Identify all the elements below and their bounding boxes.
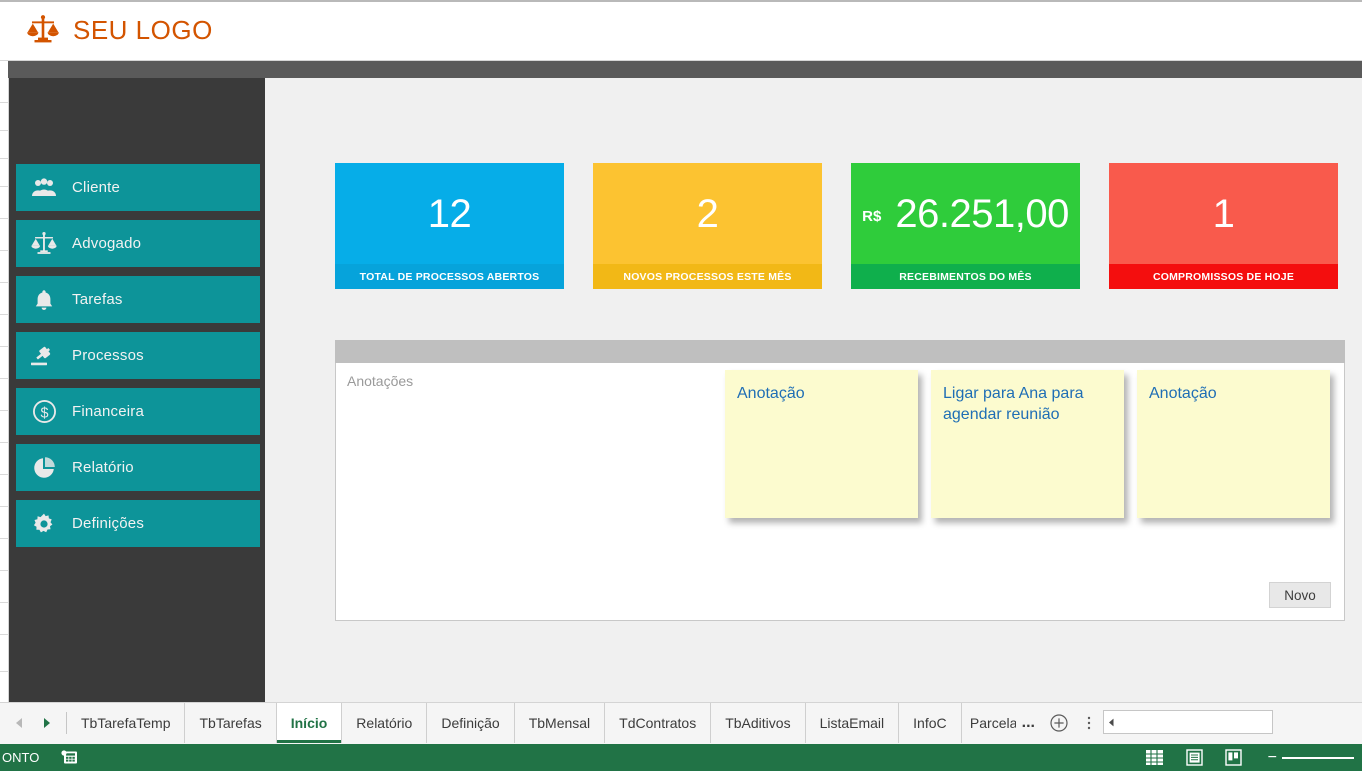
- kpi-label: RECEBIMENTOS DO MÊS: [851, 264, 1080, 289]
- excel-dashboard-window: SEU LOGO Cliente Advogado Tarefas Proces…: [0, 0, 1362, 771]
- notes-panel-title: Anotações: [347, 373, 414, 389]
- sidebar-item-relatorio[interactable]: Relatório: [16, 444, 260, 491]
- sticky-note-text: Anotação: [737, 385, 805, 402]
- sheet-tab-tdcontratos[interactable]: TdContratos: [605, 703, 712, 743]
- sidebar-item-label: Financeira: [72, 403, 145, 420]
- toolbar-strip: [0, 61, 1362, 78]
- kpi-label: TOTAL DE PROCESSOS ABERTOS: [335, 264, 564, 289]
- kpi-card-total-processos[interactable]: 12 TOTAL DE PROCESSOS ABERTOS: [335, 163, 564, 289]
- page-break-view-icon[interactable]: [1224, 749, 1242, 766]
- logo-text: SEU LOGO: [73, 14, 213, 45]
- kpi-card-row: 12 TOTAL DE PROCESSOS ABERTOS 2 NOVOS PR…: [335, 163, 1345, 289]
- sidebar-item-financeira[interactable]: $ Financeira: [16, 388, 260, 435]
- horizontal-scrollbar[interactable]: [1102, 710, 1273, 734]
- scroll-left-icon[interactable]: [1104, 718, 1120, 727]
- sheet-tab-tbtarefatemp[interactable]: TbTarefaTemp: [67, 703, 186, 743]
- sidebar-item-label: Processos: [72, 347, 144, 364]
- scales-of-justice-icon: [26, 13, 60, 47]
- kpi-value: 12: [427, 191, 472, 236]
- sticky-note[interactable]: Anotação: [1137, 370, 1330, 518]
- sidebar-item-label: Definições: [72, 515, 145, 532]
- svg-text:$: $: [40, 405, 48, 421]
- row-header-gutter: [0, 78, 9, 771]
- sheet-tab-definicao[interactable]: Definição: [427, 703, 515, 743]
- sidebar-item-advogado[interactable]: Advogado: [16, 220, 260, 267]
- logo-header: SEU LOGO: [0, 0, 1362, 61]
- scales-of-justice-icon: [16, 231, 72, 257]
- sticky-note-text: Ligar para Ana para agendar reunião: [943, 385, 1084, 424]
- triangle-left-icon[interactable]: [14, 717, 24, 729]
- dashboard-canvas: 12 TOTAL DE PROCESSOS ABERTOS 2 NOVOS PR…: [265, 78, 1362, 702]
- status-text: ONTO: [2, 750, 40, 765]
- zoom-out-button[interactable]: −: [1268, 749, 1277, 766]
- sheet-tab-listaemail[interactable]: ListaEmail: [806, 703, 900, 743]
- notes-panel-header: [335, 340, 1345, 363]
- toolbar-strip-gap: [0, 61, 8, 78]
- page-layout-view-icon[interactable]: [1185, 749, 1203, 766]
- sheet-nav-arrows: [0, 703, 66, 743]
- notes-panel: Anotações Anotação Ligar para Ana para a…: [335, 340, 1345, 621]
- sheet-tab-parcela[interactable]: Parcela: [962, 703, 1016, 743]
- kpi-card-recebimentos[interactable]: R$ 26.251,00 RECEBIMENTOS DO MÊS: [851, 163, 1080, 289]
- sheet-tab-infoc[interactable]: InfoC: [899, 703, 962, 743]
- sheet-tab-inicio[interactable]: Início: [276, 703, 343, 743]
- record-macro-icon[interactable]: [61, 750, 78, 765]
- sheet-tabs-overflow[interactable]: ...: [1016, 703, 1041, 743]
- zoom-slider[interactable]: −: [1268, 749, 1354, 766]
- kpi-label: NOVOS PROCESSOS ESTE MÊS: [593, 264, 822, 289]
- sidebar-item-definicoes[interactable]: Definições: [16, 500, 260, 547]
- kpi-currency: R$: [862, 208, 882, 225]
- sheet-tab-tbmensal[interactable]: TbMensal: [515, 703, 606, 743]
- sheet-tab-bar: TbTarefaTemp TbTarefas Início Relatório …: [0, 702, 1362, 744]
- sheet-tabs: TbTarefaTemp TbTarefas Início Relatório …: [67, 703, 1041, 743]
- sidebar-item-label: Relatório: [72, 459, 134, 476]
- new-note-button[interactable]: Novo: [1269, 582, 1331, 608]
- dollar-circle-icon: $: [16, 399, 72, 424]
- sticky-note[interactable]: Ligar para Ana para agendar reunião: [931, 370, 1124, 518]
- sticky-note[interactable]: Anotação: [725, 370, 918, 518]
- gear-icon: [16, 512, 72, 536]
- users-icon: [16, 177, 72, 198]
- sheet-tab-relatorio[interactable]: Relatório: [342, 703, 428, 743]
- bell-icon: [16, 288, 72, 312]
- sticky-note-text: Anotação: [1149, 385, 1217, 402]
- plus-circle-icon[interactable]: [1041, 703, 1077, 743]
- kpi-label: COMPROMISSOS DE HOJE: [1109, 264, 1338, 289]
- kpi-value: 2: [696, 191, 719, 236]
- sidebar-item-label: Tarefas: [72, 291, 123, 308]
- sheet-tab-tbaditivos[interactable]: TbAditivos: [711, 703, 806, 743]
- kpi-value: 1: [1212, 191, 1235, 236]
- more-vertical-icon[interactable]: [1077, 703, 1101, 743]
- sheet-tab-tbtarefas[interactable]: TbTarefas: [185, 703, 277, 743]
- kpi-card-novos-processos[interactable]: 2 NOVOS PROCESSOS ESTE MÊS: [593, 163, 822, 289]
- sticky-note-list: Anotação Ligar para Ana para agendar reu…: [725, 370, 1330, 518]
- sidebar-item-label: Advogado: [72, 235, 142, 252]
- status-bar: ONTO −: [0, 744, 1362, 771]
- kpi-value-area: 12: [335, 163, 564, 264]
- sidebar-item-tarefas[interactable]: Tarefas: [16, 276, 260, 323]
- kpi-value-area: 1: [1109, 163, 1338, 264]
- gavel-icon: [16, 344, 72, 368]
- sidebar: Cliente Advogado Tarefas Processos $ Fin…: [9, 78, 265, 702]
- kpi-card-compromissos[interactable]: 1 COMPROMISSOS DE HOJE: [1109, 163, 1338, 289]
- notes-panel-body: Anotações Anotação Ligar para Ana para a…: [335, 363, 1345, 621]
- zoom-track[interactable]: [1282, 756, 1354, 759]
- normal-view-icon[interactable]: [1145, 749, 1164, 766]
- triangle-right-icon[interactable]: [42, 717, 52, 729]
- pie-chart-icon: [16, 456, 72, 480]
- sidebar-item-cliente[interactable]: Cliente: [16, 164, 260, 211]
- brand-logo: SEU LOGO: [26, 13, 213, 47]
- kpi-value: 26.251,00: [895, 191, 1069, 236]
- kpi-value-area: R$ 26.251,00: [851, 163, 1080, 264]
- sidebar-item-label: Cliente: [72, 179, 121, 196]
- sidebar-menu: Cliente Advogado Tarefas Processos $ Fin…: [16, 164, 260, 556]
- sidebar-item-processos[interactable]: Processos: [16, 332, 260, 379]
- kpi-value-area: 2: [593, 163, 822, 264]
- status-bar-right: −: [1145, 744, 1362, 771]
